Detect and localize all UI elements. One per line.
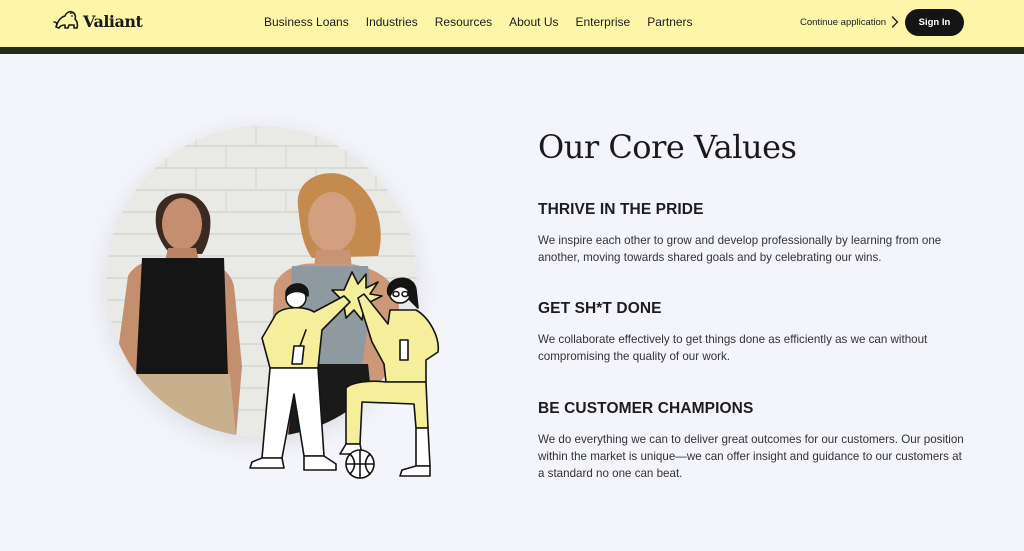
sign-in-button[interactable]: Sign In bbox=[905, 9, 964, 36]
nav-partners[interactable]: Partners bbox=[647, 15, 692, 29]
continue-application-label: Continue application bbox=[800, 16, 887, 28]
continue-application-link[interactable]: Continue application bbox=[800, 16, 899, 28]
core-values-title: Our Core Values bbox=[538, 128, 797, 166]
nav-enterprise[interactable]: Enterprise bbox=[575, 15, 630, 29]
chevron-right-icon bbox=[891, 16, 899, 28]
value-block-get-done: GET SH*T DONE We collaborate effectively… bbox=[538, 300, 968, 365]
value-heading: BE CUSTOMER CHAMPIONS bbox=[538, 400, 754, 417]
nav-resources[interactable]: Resources bbox=[435, 15, 492, 29]
header-divider bbox=[0, 47, 1024, 54]
nav-business-loans[interactable]: Business Loans bbox=[264, 15, 349, 29]
value-text: We do everything we can to deliver great… bbox=[538, 433, 964, 480]
value-heading: THRIVE IN THE PRIDE bbox=[538, 201, 704, 218]
value-text: We collaborate effectively to get things… bbox=[538, 333, 928, 363]
nav-industries[interactable]: Industries bbox=[366, 15, 418, 29]
logo-text: Valiant bbox=[83, 11, 143, 31]
high-five-illustration bbox=[249, 271, 440, 479]
main-nav: Business Loans Industries Resources Abou… bbox=[264, 15, 710, 29]
top-navigation-bar: Valiant Business Loans Industries Resour… bbox=[0, 0, 1024, 47]
value-block-customer: BE CUSTOMER CHAMPIONS We do everything w… bbox=[538, 400, 968, 482]
value-block-thrive: THRIVE IN THE PRIDE We inspire each othe… bbox=[538, 201, 968, 266]
value-text: We inspire each other to grow and develo… bbox=[538, 234, 942, 264]
nav-about-us[interactable]: About Us bbox=[509, 15, 558, 29]
lion-logo-icon bbox=[53, 10, 79, 29]
value-heading: GET SH*T DONE bbox=[538, 300, 662, 317]
valiant-logo[interactable]: Valiant bbox=[53, 10, 143, 32]
